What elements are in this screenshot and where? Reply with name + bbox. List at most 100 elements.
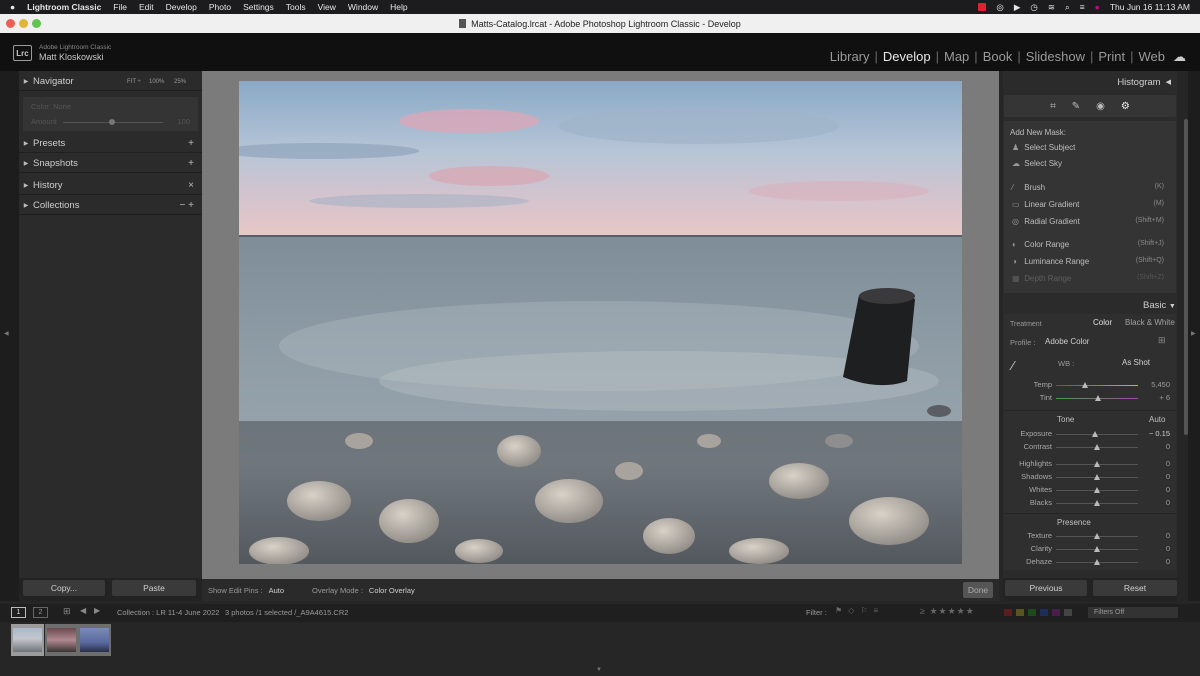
clarity-slider[interactable]: Clarity 0 xyxy=(1004,544,1176,556)
collection-actions-button[interactable]: − + xyxy=(180,200,194,211)
exposure-knob[interactable] xyxy=(1092,431,1098,437)
temp-value[interactable]: 5,450 xyxy=(1151,380,1170,389)
dehaze-value[interactable]: 0 xyxy=(1166,557,1170,566)
preview-slider-knob[interactable] xyxy=(109,119,115,125)
texture-slider[interactable]: Texture 0 xyxy=(1004,531,1176,543)
contrast-slider[interactable]: Contrast 0 xyxy=(1004,442,1176,454)
color-range-button[interactable]: ◐ Color Range (Shift+J) xyxy=(1012,240,1172,249)
grid-view-icon[interactable]: ⊞ xyxy=(63,606,71,617)
blacks-knob[interactable] xyxy=(1094,500,1100,506)
red-label-swatch[interactable] xyxy=(1004,609,1012,616)
blacks-slider[interactable]: Blacks 0 xyxy=(1004,498,1176,510)
photo-preview[interactable] xyxy=(239,81,962,564)
reset-button[interactable]: Reset xyxy=(1093,580,1177,596)
edit-pins-select[interactable]: Auto xyxy=(269,586,284,595)
scrollbar[interactable] xyxy=(1184,119,1188,435)
zoom-fit[interactable]: FIT ÷ xyxy=(127,79,141,85)
masking-tool-icon[interactable]: ⚙ xyxy=(1121,101,1130,112)
menu-window[interactable]: Window xyxy=(348,2,378,12)
collection-source[interactable]: Collection : LR 11-4 June 2022 xyxy=(117,608,219,617)
dehaze-slider[interactable]: Dehaze 0 xyxy=(1004,557,1176,569)
siri-icon[interactable]: ● xyxy=(1095,2,1100,12)
done-button[interactable]: Done xyxy=(963,582,993,598)
bottom-panel-toggle-icon[interactable]: ▼ xyxy=(596,667,602,673)
navigator-header[interactable]: ▶ Navigator FIT ÷ 100% 25% xyxy=(19,73,202,91)
texture-value[interactable]: 0 xyxy=(1166,531,1170,540)
apple-icon[interactable]: ● xyxy=(10,2,15,12)
presets-header[interactable]: ▶ Presets + xyxy=(19,135,202,153)
filmstrip-thumb-2[interactable] xyxy=(45,624,78,656)
flag-filter-icons[interactable]: ⚑◇⚐≡ xyxy=(835,606,884,615)
filter-presets-select[interactable]: Filters Off xyxy=(1088,607,1178,618)
luminance-range-button[interactable]: ◑ Luminance Range (Shift+Q) xyxy=(1012,257,1172,266)
module-print[interactable]: Print xyxy=(1098,49,1125,64)
menu-develop[interactable]: Develop xyxy=(166,2,197,12)
zoom-25[interactable]: 25% xyxy=(174,79,186,85)
yellow-label-swatch[interactable] xyxy=(1016,609,1024,616)
add-preset-button[interactable]: + xyxy=(188,138,194,149)
menu-photo[interactable]: Photo xyxy=(209,2,231,12)
back-arrow-icon[interactable]: ◀ xyxy=(80,606,86,615)
treatment-bw-button[interactable]: Black & White xyxy=(1125,318,1175,327)
filmstrip-thumb-3[interactable] xyxy=(78,624,111,656)
filmstrip-thumb-1[interactable] xyxy=(11,624,44,656)
menu-edit[interactable]: Edit xyxy=(139,2,154,12)
menu-file[interactable]: File xyxy=(113,2,127,12)
secondary-window-button[interactable]: 2 xyxy=(33,607,48,618)
color-label-filters[interactable] xyxy=(1004,609,1072,616)
eyedropper-icon[interactable]: ⁄ xyxy=(1012,358,1014,373)
linear-gradient-button[interactable]: ▭ Linear Gradient (M) xyxy=(1012,200,1172,209)
basic-header[interactable]: Basic ▼ xyxy=(1143,300,1176,311)
exposure-slider[interactable]: Exposure − 0.15 xyxy=(1004,429,1176,441)
exposure-value[interactable]: − 0.15 xyxy=(1149,429,1170,438)
clarity-value[interactable]: 0 xyxy=(1166,544,1170,553)
tint-value[interactable]: + 6 xyxy=(1159,393,1170,402)
shadows-value[interactable]: 0 xyxy=(1166,472,1170,481)
brush-button[interactable]: ⁄ Brush (K) xyxy=(1012,183,1172,192)
module-web[interactable]: Web xyxy=(1139,49,1166,64)
select-sky-button[interactable]: ☁ Select Sky xyxy=(1012,159,1062,168)
clock[interactable]: Thu Jun 16 11:13 AM xyxy=(1110,2,1190,12)
time-machine-icon[interactable]: ◷ xyxy=(1030,2,1037,13)
whites-value[interactable]: 0 xyxy=(1166,485,1170,494)
profile-select[interactable]: Adobe Color xyxy=(1045,337,1089,346)
record-icon[interactable] xyxy=(978,3,987,11)
module-map[interactable]: Map xyxy=(944,49,969,64)
shadows-slider[interactable]: Shadows 0 xyxy=(1004,472,1176,484)
rating-filter-stars[interactable]: ≥ ★★★★★ xyxy=(920,606,975,617)
profile-browser-icon[interactable]: ⊞ xyxy=(1158,335,1166,346)
clarity-knob[interactable] xyxy=(1094,546,1100,552)
minimize-window-button[interactable] xyxy=(19,19,28,28)
collections-header[interactable]: ▶ Collections − + xyxy=(19,197,202,215)
texture-knob[interactable] xyxy=(1094,533,1100,539)
tint-knob[interactable] xyxy=(1095,395,1101,401)
spotlight-icon[interactable]: ⌕ xyxy=(1065,2,1070,13)
tone-auto-button[interactable]: Auto xyxy=(1149,415,1165,424)
shadows-knob[interactable] xyxy=(1094,474,1100,480)
menu-tools[interactable]: Tools xyxy=(286,2,306,12)
selection-count[interactable]: 3 photos /1 selected /_A9A4615.CR2 xyxy=(225,608,348,617)
red-eye-tool-icon[interactable]: ◉ xyxy=(1096,101,1105,112)
previous-button[interactable]: Previous xyxy=(1005,580,1087,596)
crop-tool-icon[interactable]: ⌗ xyxy=(1050,101,1056,112)
clear-history-button[interactable]: × xyxy=(188,180,194,191)
module-book[interactable]: Book xyxy=(983,49,1013,64)
blue-label-swatch[interactable] xyxy=(1040,609,1048,616)
green-label-swatch[interactable] xyxy=(1028,609,1036,616)
paste-button[interactable]: Paste xyxy=(112,580,196,596)
history-header[interactable]: ▶ History × xyxy=(19,177,202,195)
highlights-knob[interactable] xyxy=(1094,461,1100,467)
add-snapshot-button[interactable]: + xyxy=(188,158,194,169)
menu-view[interactable]: View xyxy=(318,2,336,12)
whites-knob[interactable] xyxy=(1094,487,1100,493)
histogram-header[interactable]: Histogram ◀ xyxy=(1003,73,1177,91)
close-window-button[interactable] xyxy=(6,19,15,28)
temp-knob[interactable] xyxy=(1082,382,1088,388)
module-develop[interactable]: Develop xyxy=(883,49,931,64)
overlay-mode-select[interactable]: Color Overlay xyxy=(369,586,415,595)
module-slideshow[interactable]: Slideshow xyxy=(1026,49,1085,64)
zoom-window-button[interactable] xyxy=(32,19,41,28)
menu-settings[interactable]: Settings xyxy=(243,2,274,12)
left-panel-toggle-icon[interactable]: ◀ xyxy=(4,330,9,337)
right-panel-toggle-icon[interactable]: ▶ xyxy=(1191,330,1196,337)
